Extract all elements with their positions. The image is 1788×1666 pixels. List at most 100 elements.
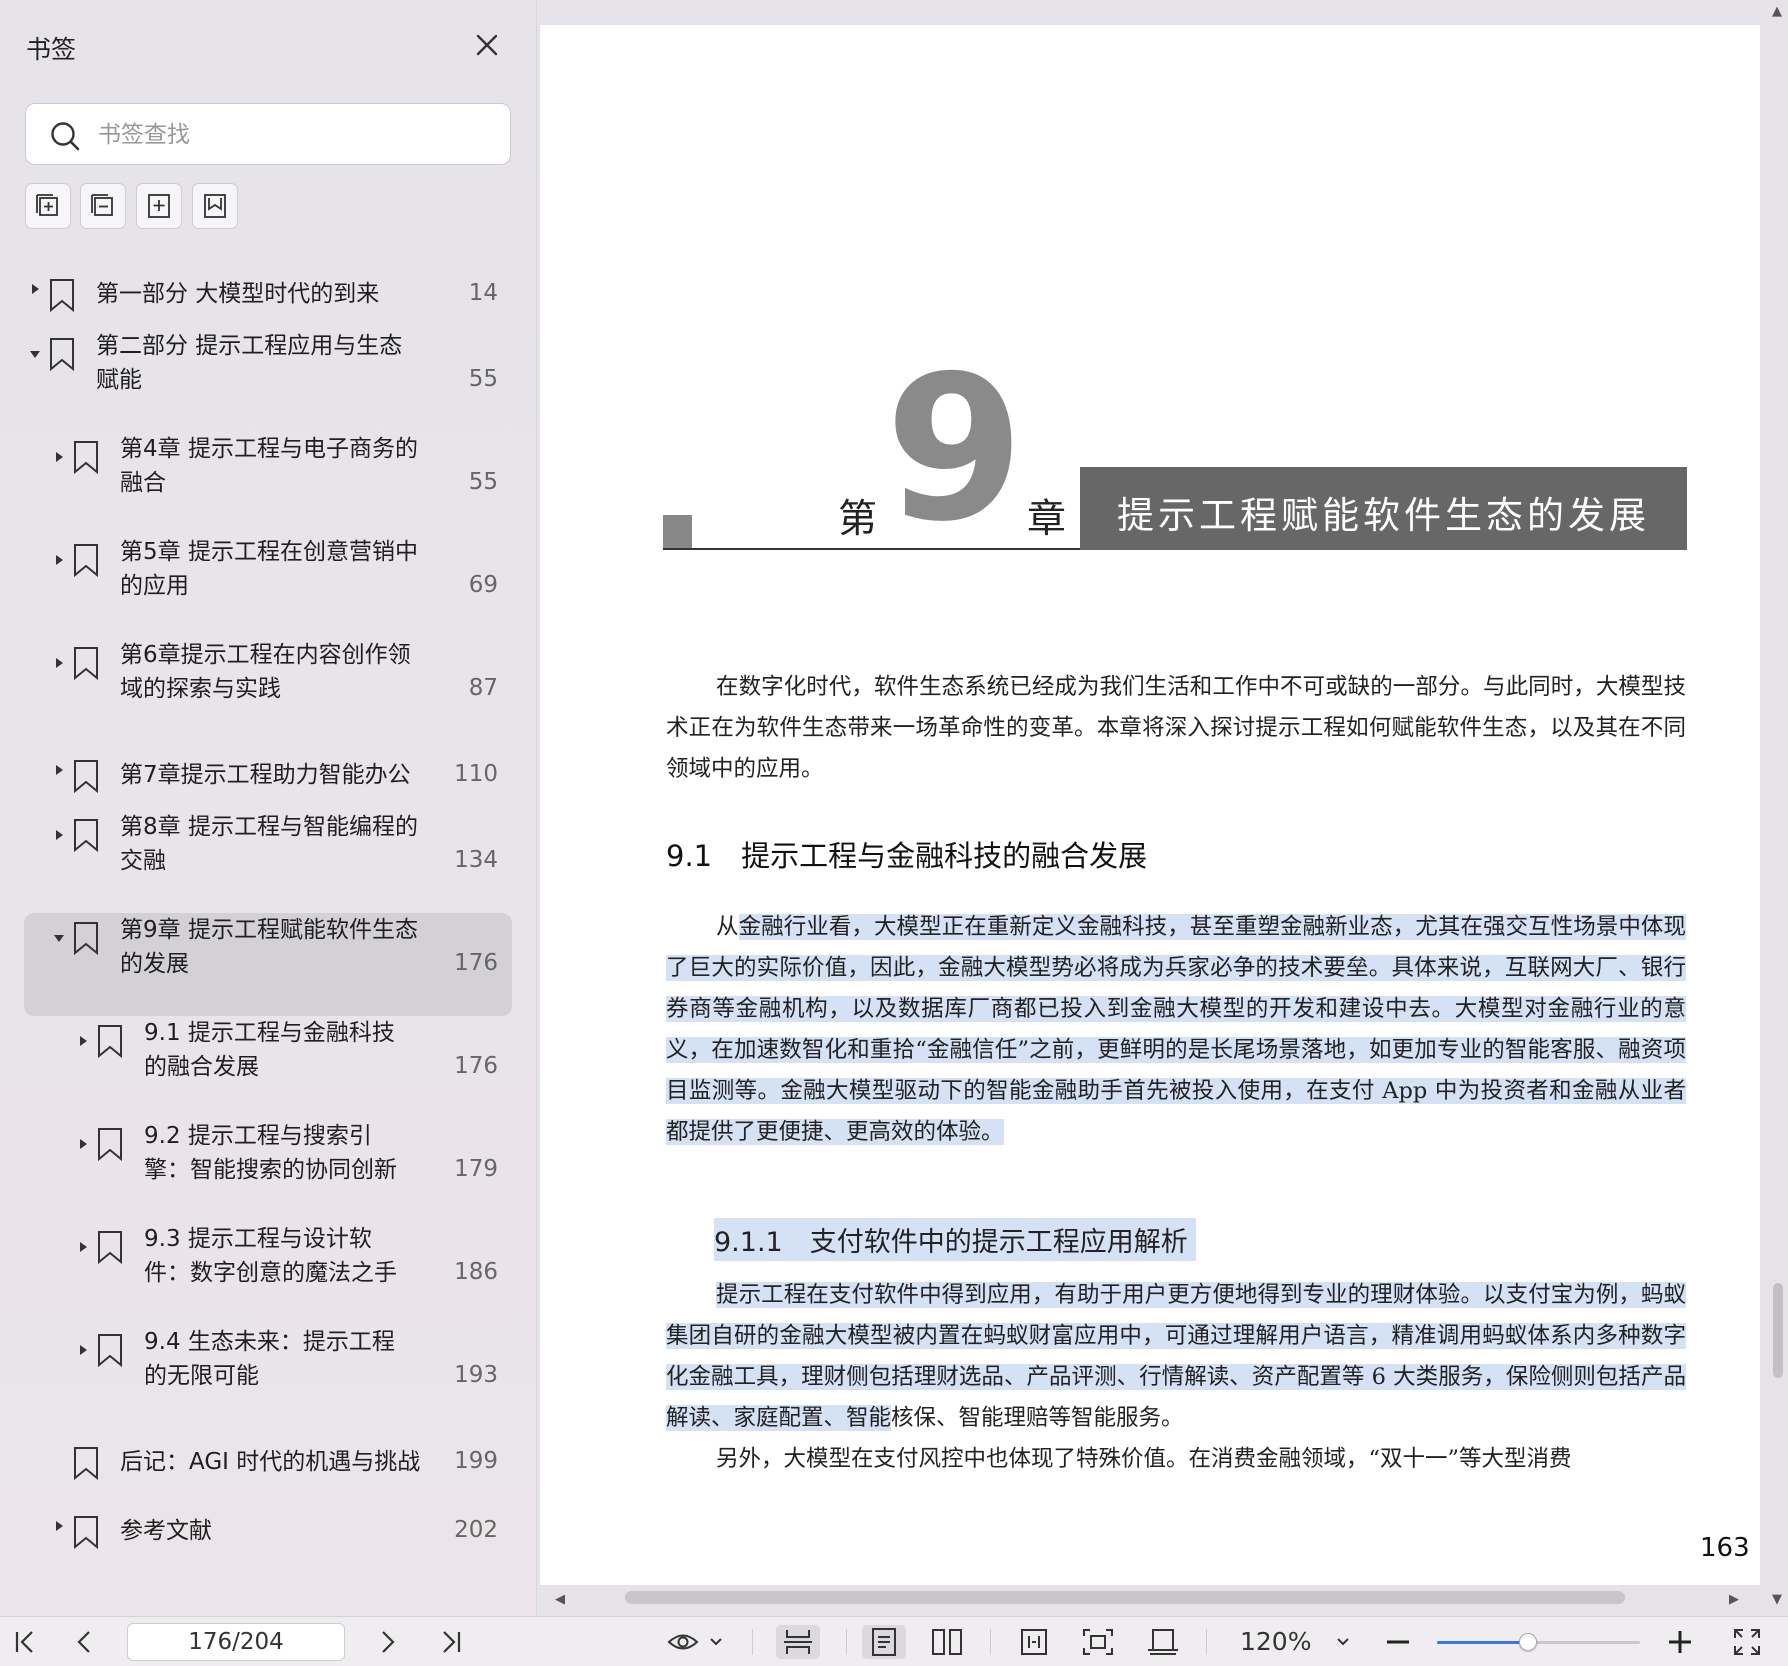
bookmark-item[interactable]: 第一部分 大模型时代的到来 14 <box>24 260 512 329</box>
triangle-right-icon[interactable] <box>76 1240 90 1254</box>
bookmark-icon <box>98 1231 122 1264</box>
zoom-in-button[interactable] <box>1664 1625 1696 1659</box>
bookmark-label: 第6章提示工程在内容创作领域的探索与实践 <box>120 642 411 702</box>
bookmark-label: 第5章 提示工程在创意营销中的应用 <box>120 539 418 599</box>
bookmark-page-number: 176 <box>454 1052 498 1079</box>
bookmark-item[interactable]: 9.1 提示工程与金融科技的融合发展 176 <box>24 1016 512 1119</box>
document-viewport[interactable]: 第 9 章 提示工程赋能软件生态的发展 在数字化时代，软件生态系统已经成为我们生… <box>537 0 1788 1616</box>
previous-page-button[interactable] <box>70 1625 100 1659</box>
zoom-slider[interactable] <box>1437 1633 1640 1651</box>
triangle-right-icon[interactable] <box>76 1343 90 1357</box>
paragraph-1: 从金融行业看，大模型正在重新定义金融科技，甚至重塑金融新业态，尤其在强交互性场景… <box>666 907 1686 1153</box>
triangle-right-icon[interactable] <box>52 763 66 777</box>
add-bookmark-button[interactable] <box>25 183 71 229</box>
bookmark-label: 9.1 提示工程与金融科技的融合发展 <box>144 1020 395 1080</box>
horizontal-scroll-thumb[interactable] <box>625 1591 1625 1604</box>
single-page-icon <box>872 1628 896 1656</box>
document-page: 第 9 章 提示工程赋能软件生态的发展 在数字化时代，软件生态系统已经成为我们生… <box>540 25 1760 1585</box>
paragraph-1-highlight: 金融行业看，大模型正在重新定义金融科技，甚至重塑金融新业态，尤其在强交互性场景中… <box>666 914 1686 1145</box>
vertical-scrollbar[interactable]: ▲ ▼ <box>1764 0 1788 1616</box>
zoom-dropdown-button[interactable] <box>1330 1625 1356 1659</box>
bookmark-item[interactable]: 第7章提示工程助力智能办公 110 <box>24 741 512 810</box>
next-page-button[interactable] <box>372 1625 402 1659</box>
bookmark-page-number: 134 <box>454 846 498 873</box>
fullscreen-icon <box>1734 1629 1760 1655</box>
bookmark-item[interactable]: 第6章提示工程在内容创作领域的探索与实践 87 <box>24 638 512 741</box>
section-heading-9-1-1: 9.1.1 支付软件中的提示工程应用解析 <box>714 1218 1196 1261</box>
bookmark-item[interactable]: 9.3 提示工程与设计软件：数字创意的魔法之手 186 <box>24 1222 512 1325</box>
bookmark-label: 第8章 提示工程与智能编程的交融 <box>120 814 418 874</box>
triangle-down-icon[interactable] <box>52 931 66 945</box>
bookmark-label: 第4章 提示工程与电子商务的融合 <box>120 436 418 496</box>
bookmark-item[interactable]: 后记：AGI 时代的机遇与挑战 199 <box>24 1428 512 1497</box>
bookmark-item[interactable]: 9.2 提示工程与搜索引擎：智能搜索的协同创新 179 <box>24 1119 512 1222</box>
scroll-right-icon[interactable]: ▶ <box>1729 1592 1739 1607</box>
bookmark-sidebar: 书签 第一部分 大模型时代的到 <box>0 0 537 1616</box>
view-mode-button[interactable] <box>666 1625 726 1659</box>
expand-bookmark-button[interactable] <box>136 183 182 229</box>
triangle-right-icon[interactable] <box>52 828 66 842</box>
bookmark-label: 9.4 生态未来：提示工程的无限可能 <box>144 1329 395 1389</box>
intro-text: 在数字化时代，软件生态系统已经成为我们生活和工作中不可或缺的一部分。与此同时，大… <box>666 674 1686 782</box>
rotate-page-button[interactable] <box>1141 1625 1185 1659</box>
bookmark-label: 参考文献 <box>120 1518 212 1544</box>
fit-page-button[interactable] <box>1076 1625 1120 1659</box>
bookmark-item[interactable]: 第9章 提示工程赋能软件生态的发展 176 <box>24 913 512 1016</box>
remove-bookmark-button[interactable] <box>80 183 126 229</box>
bookmark-button[interactable] <box>192 183 238 229</box>
paragraph-2: 提示工程在支付软件中得到应用，有助于用户更方便地得到专业的理财体验。以支付宝为例… <box>666 1275 1686 1439</box>
bookmark-label: 9.3 提示工程与设计软件：数字创意的魔法之手 <box>144 1226 397 1286</box>
zoom-out-button[interactable] <box>1382 1625 1414 1659</box>
bookmark-item[interactable]: 第二部分 提示工程应用与生态赋能 55 <box>24 329 512 432</box>
triangle-right-icon[interactable] <box>52 450 66 464</box>
expand-bookmark-icon <box>148 194 170 218</box>
triangle-right-icon[interactable] <box>52 553 66 567</box>
chapter-suffix: 章 <box>1027 497 1067 542</box>
triangle-right-icon[interactable] <box>76 1137 90 1151</box>
triangle-right-icon[interactable] <box>28 282 42 296</box>
vertical-scroll-thumb[interactable] <box>1773 1283 1783 1378</box>
bookmark-item[interactable]: 第5章 提示工程在创意营销中的应用 69 <box>24 535 512 638</box>
bookmark-label: 第9章 提示工程赋能软件生态的发展 <box>120 917 418 977</box>
first-page-icon <box>15 1631 33 1653</box>
chapter-title-box: 提示工程赋能软件生态的发展 <box>1080 467 1687 550</box>
paragraph-3: 另外，大模型在支付风控中也体现了特殊价值。在消费金融领域，“双十一”等大型消费 <box>666 1439 1686 1480</box>
triangle-right-icon[interactable] <box>52 1519 66 1533</box>
scroll-up-icon[interactable]: ▲ <box>1772 4 1782 19</box>
fullscreen-button[interactable] <box>1730 1625 1764 1659</box>
bookmark-item[interactable]: 9.4 生态未来：提示工程的无限可能 193 <box>24 1325 512 1428</box>
bookmark-search-box[interactable] <box>25 103 511 165</box>
scroll-left-icon[interactable]: ◀ <box>555 1592 565 1607</box>
page-number-input[interactable]: 176/204 <box>127 1623 345 1661</box>
two-page-icon <box>932 1629 962 1655</box>
chapter-decoration <box>663 515 692 550</box>
bookmark-icon <box>204 194 226 218</box>
bookmark-page-number: 186 <box>454 1258 498 1285</box>
continuous-scroll-button[interactable] <box>776 1625 820 1659</box>
close-sidebar-button[interactable] <box>470 28 504 62</box>
triangle-right-icon[interactable] <box>52 656 66 670</box>
bookmark-page-number: 179 <box>454 1155 498 1182</box>
zoom-slider-fill <box>1437 1641 1529 1644</box>
bookmark-icon <box>74 760 98 793</box>
two-page-button[interactable] <box>925 1625 969 1659</box>
triangle-right-icon[interactable] <box>76 1034 90 1048</box>
bookmark-page-number: 55 <box>468 468 498 495</box>
last-page-button[interactable] <box>436 1625 466 1659</box>
triangle-down-icon[interactable] <box>28 347 42 361</box>
bookmark-item[interactable]: 参考文献 202 <box>24 1497 512 1566</box>
scroll-down-icon[interactable]: ▼ <box>1772 1592 1782 1607</box>
fit-width-button[interactable] <box>1012 1625 1056 1659</box>
first-page-button[interactable] <box>10 1625 40 1659</box>
zoom-slider-knob[interactable] <box>1519 1633 1538 1651</box>
paragraph-1-lead: 从 <box>716 914 739 940</box>
bookmark-icon <box>50 338 74 371</box>
fit-page-icon <box>1083 1629 1113 1655</box>
bookmark-search-input[interactable] <box>98 116 498 154</box>
bookmark-item[interactable]: 第4章 提示工程与电子商务的融合 55 <box>24 432 512 535</box>
chevron-left-icon <box>77 1631 90 1653</box>
add-bookmark-icon <box>36 194 58 216</box>
bookmark-item[interactable]: 第8章 提示工程与智能编程的交融 134 <box>24 810 512 913</box>
zoom-level[interactable]: 120% <box>1240 1627 1311 1656</box>
single-page-button[interactable] <box>862 1625 906 1659</box>
